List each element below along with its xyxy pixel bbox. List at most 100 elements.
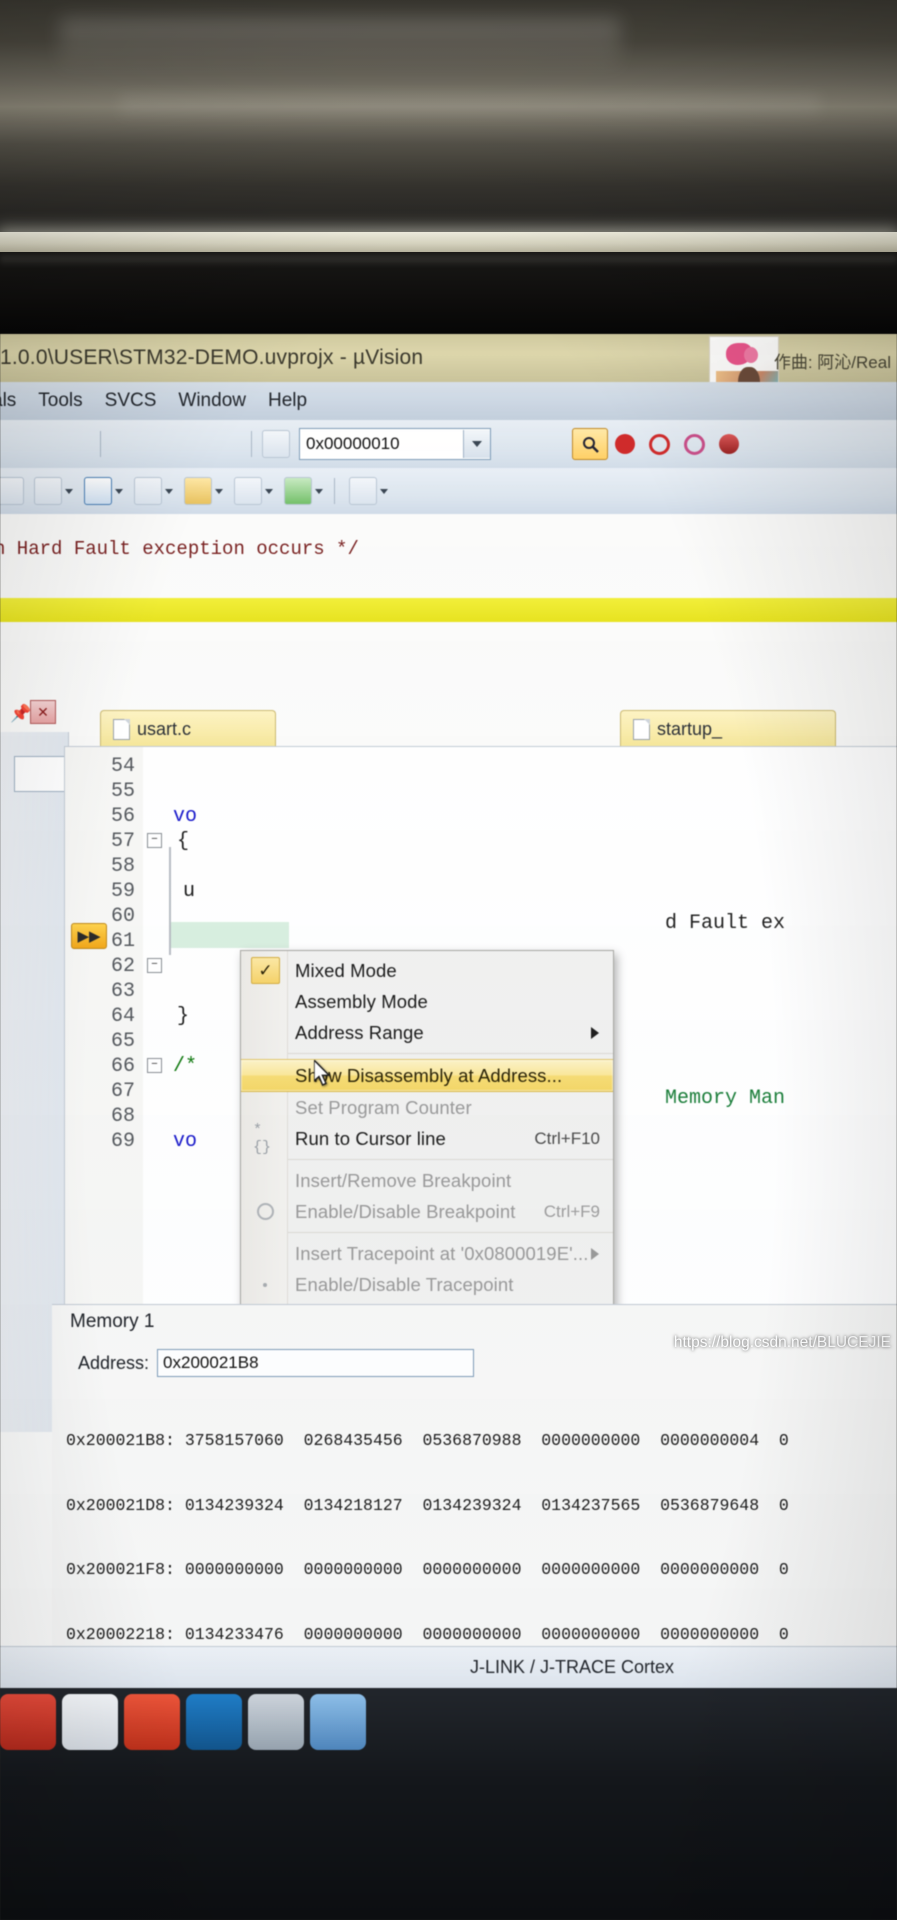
toolbar2-combo-6[interactable]: [281, 477, 323, 505]
menu-item-help[interactable]: Help: [268, 390, 307, 412]
tab-usart-c[interactable]: usart.c: [100, 710, 276, 747]
breakpoint-ring-icon[interactable]: [649, 433, 670, 455]
toolbar-button-3[interactable]: [62, 430, 90, 458]
editor-top-comment: n Hard Fault exception occurs */: [0, 538, 359, 560]
menu-item-label: Insert/Remove Breakpoint: [295, 1169, 512, 1191]
taskbar-icon-5[interactable]: [248, 1694, 304, 1750]
chain-icon[interactable]: [684, 433, 705, 455]
tab-label: usart.c: [137, 718, 192, 739]
toolbar-button-indent-1[interactable]: [111, 430, 139, 458]
status-bar: J-LINK / J-TRACE Cortex: [0, 1646, 897, 1689]
toolbar2-combo-3[interactable]: [131, 477, 173, 505]
toolbar2-combo-5[interactable]: [231, 477, 273, 505]
code-token: vo: [173, 805, 198, 828]
menu-item-mixed-mode[interactable]: ✓ Mixed Mode: [241, 955, 613, 986]
memory-window-title: Memory 1: [70, 1311, 155, 1332]
menu-item-show-disassembly-at-address[interactable]: Show Disassembly at Address...: [241, 1059, 613, 1092]
toolbar2-button-3[interactable]: [84, 477, 112, 505]
toolbar2-button-5[interactable]: [184, 477, 212, 505]
fold-toggle-icon[interactable]: −: [147, 1058, 162, 1073]
breakpoint-ring-icon: [253, 1201, 277, 1223]
toolbar-button-1[interactable]: [0, 430, 22, 458]
pin-icon[interactable]: 📌: [10, 704, 31, 724]
menu-item-set-program-counter[interactable]: Set Program Counter: [241, 1092, 613, 1123]
toolbar-button-indent-3[interactable]: [179, 430, 207, 458]
toolbar-button-indent-4[interactable]: [213, 430, 241, 458]
menu-item-tools[interactable]: Tools: [38, 390, 82, 412]
fold-toggle-icon[interactable]: −: [147, 833, 162, 848]
chevron-down-icon[interactable]: [215, 488, 223, 494]
menu-item-enable-disable-breakpoint[interactable]: Enable/Disable Breakpoint Ctrl+F9: [241, 1196, 613, 1227]
program-counter-arrow-icon: ▶▶: [71, 923, 107, 949]
toolbar2-combo-1[interactable]: [31, 477, 73, 505]
toolbar2-button-1[interactable]: [0, 477, 24, 505]
monitor-bezel-lower: [0, 252, 897, 334]
file-page-icon: [633, 718, 650, 740]
chevron-down-icon[interactable]: [380, 488, 388, 494]
toolbar2-button-6[interactable]: [234, 477, 262, 505]
taskbar-icon-1[interactable]: [0, 1694, 56, 1750]
menu-item-window[interactable]: Window: [178, 390, 246, 412]
menu-item-insert-tracepoint[interactable]: Insert Tracepoint at '0x0800019E'...: [241, 1238, 613, 1269]
close-icon[interactable]: ✕: [30, 700, 56, 724]
menu-item-label: Address Range: [295, 1021, 424, 1043]
memory-row: 0x200021F8: 0000000000 0000000000 000000…: [66, 1560, 789, 1579]
menu-separator: [287, 1053, 613, 1054]
menu-item-als[interactable]: als: [0, 390, 16, 412]
chevron-down-icon[interactable]: [115, 488, 123, 494]
taskbar-icon-4[interactable]: [186, 1694, 242, 1750]
application-menu-bar: als Tools SVCS Window Help: [0, 382, 897, 420]
toolbar2-button-4[interactable]: [134, 477, 162, 505]
tab-startup[interactable]: startup_: [620, 710, 836, 747]
chevron-down-icon[interactable]: [463, 430, 490, 458]
taskbar-icon-3[interactable]: [124, 1694, 180, 1750]
toolbar2-combo-7[interactable]: [346, 477, 388, 505]
memory-row: 0x200021D8: 0134239324 0134218127 013423…: [66, 1495, 789, 1515]
code-token: u: [183, 880, 196, 903]
magnifier-icon[interactable]: [572, 428, 608, 460]
address-combobox[interactable]: 0x00000010: [299, 428, 491, 460]
balloon-icon[interactable]: [719, 434, 739, 454]
taskbar-icon-6[interactable]: [310, 1694, 366, 1750]
toolbar-button-2[interactable]: [28, 430, 56, 458]
toolbar2-button-7[interactable]: [284, 477, 312, 505]
bezel-glare: [60, 18, 620, 74]
check-icon: ✓: [251, 957, 280, 984]
menu-item-insert-remove-breakpoint[interactable]: Insert/Remove Breakpoint: [241, 1165, 613, 1196]
menu-item-svcs[interactable]: SVCS: [105, 390, 157, 412]
menu-item-address-range[interactable]: Address Range: [241, 1017, 613, 1048]
toolbar2-button-tools[interactable]: [349, 477, 377, 505]
menu-item-run-to-cursor-line[interactable]: *{} Run to Cursor line Ctrl+F10: [241, 1122, 613, 1156]
toolbar-button-insert-bookmark[interactable]: [499, 430, 527, 458]
menu-item-shortcut: Ctrl+F9: [543, 1201, 600, 1221]
chevron-down-icon[interactable]: [65, 488, 73, 494]
toolbar-button-open-folder[interactable]: [262, 430, 290, 458]
line-number: 66: [110, 1055, 135, 1078]
toolbar2-separator: [334, 478, 335, 504]
submenu-arrow-icon: [591, 1247, 599, 1260]
menu-item-enable-disable-tracepoint[interactable]: Enable/Disable Tracepoint: [241, 1269, 613, 1300]
taskbar-icon-2[interactable]: [62, 1694, 118, 1750]
breakpoint-dot-icon[interactable]: [615, 434, 635, 454]
chevron-down-icon[interactable]: [265, 488, 273, 494]
chevron-down-icon[interactable]: [315, 488, 323, 494]
toolbar-separator-1: [100, 431, 101, 457]
toolbar2-button-2[interactable]: [34, 477, 62, 505]
memory-row: 0x200021B8: 3758157060 0268435456 053687…: [66, 1431, 789, 1450]
chevron-down-icon[interactable]: [165, 488, 173, 494]
current-line-highlight: [169, 922, 289, 948]
toolbar2-combo-4[interactable]: [181, 477, 223, 505]
submenu-arrow-icon: [591, 1026, 599, 1039]
mouse-cursor-icon: [314, 1060, 331, 1086]
toolbar-button-binoculars[interactable]: [533, 430, 561, 458]
toolbar-button-indent-2[interactable]: [145, 430, 173, 458]
line-number: 58: [110, 855, 135, 878]
code-token: }: [177, 1005, 190, 1028]
toolbar2-combo-2[interactable]: [81, 477, 123, 505]
address-combobox-value: 0x00000010: [306, 434, 400, 453]
fold-toggle-icon[interactable]: −: [147, 958, 162, 973]
menu-item-assembly-mode[interactable]: Assembly Mode: [241, 986, 613, 1017]
line-number: 68: [110, 1105, 135, 1128]
memory-address-input[interactable]: 0x200021B8: [157, 1349, 475, 1377]
line-number: 57: [110, 830, 135, 853]
